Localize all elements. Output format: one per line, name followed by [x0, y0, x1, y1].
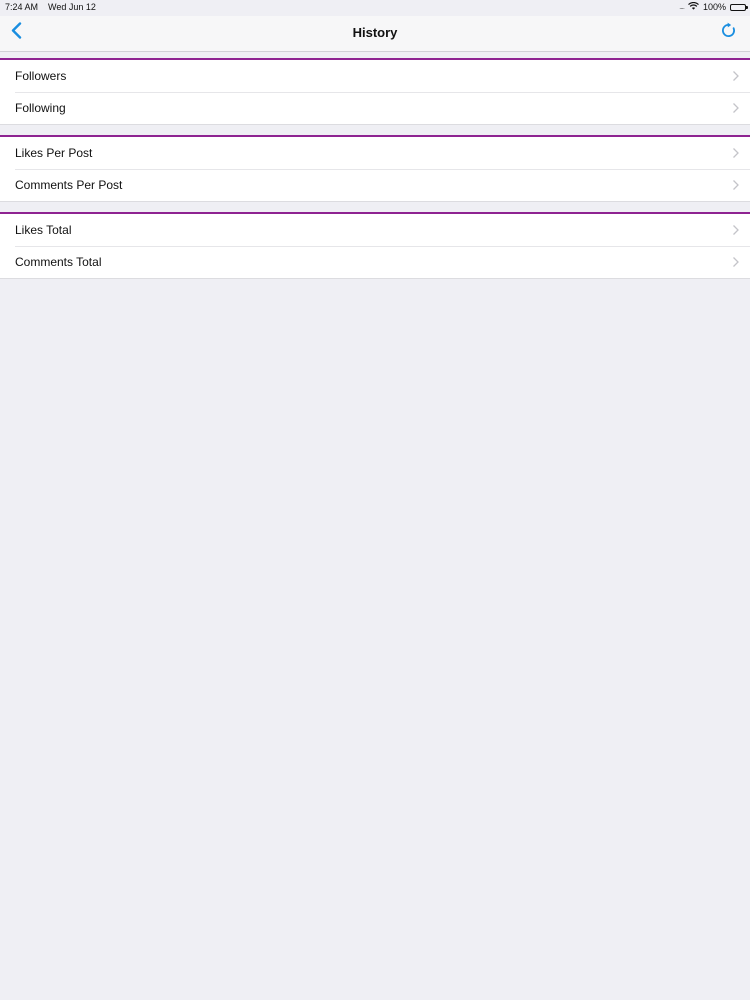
list-item-comments-per-post[interactable]: Comments Per Post	[0, 169, 750, 201]
page-title: History	[352, 25, 398, 40]
status-bar: 7:24 AM Wed Jun 12 .... 100%	[0, 0, 750, 16]
signal-icon: ....	[679, 2, 685, 11]
chevron-right-icon	[733, 257, 739, 267]
chevron-right-icon	[733, 71, 739, 81]
status-date: Wed Jun 12	[48, 2, 96, 12]
wifi-icon	[688, 0, 699, 14]
list-item-label: Likes Total	[15, 223, 72, 237]
list-item-following[interactable]: Following	[0, 92, 750, 124]
refresh-button[interactable]	[718, 22, 738, 44]
list-item-label: Comments Total	[15, 255, 102, 269]
back-button[interactable]	[6, 22, 26, 44]
chevron-right-icon	[733, 225, 739, 235]
list-item-label: Comments Per Post	[15, 178, 123, 192]
battery-icon	[730, 3, 748, 11]
chevron-right-icon	[733, 148, 739, 158]
list-item-likes-per-post[interactable]: Likes Per Post	[0, 137, 750, 169]
list-item-comments-total[interactable]: Comments Total	[0, 246, 750, 278]
per-post-section: Likes Per Post Comments Per Post	[0, 135, 750, 202]
chevron-left-icon	[11, 22, 22, 44]
chevron-right-icon	[733, 180, 739, 190]
followers-section: Followers Following	[0, 58, 750, 125]
battery-percent: 100%	[702, 2, 726, 12]
status-time: 7:24 AM	[5, 2, 39, 12]
list-item-label: Likes Per Post	[15, 146, 93, 160]
totals-section: Likes Total Comments Total	[0, 212, 750, 279]
refresh-icon	[720, 22, 737, 44]
list-item-likes-total[interactable]: Likes Total	[0, 214, 750, 246]
chevron-right-icon	[733, 103, 739, 113]
list-item-label: Followers	[15, 69, 67, 83]
navigation-bar: History	[0, 16, 750, 52]
status-indicators: .... 100%	[679, 0, 748, 14]
list-item-label: Following	[15, 101, 66, 115]
list-item-followers[interactable]: Followers	[0, 60, 750, 92]
